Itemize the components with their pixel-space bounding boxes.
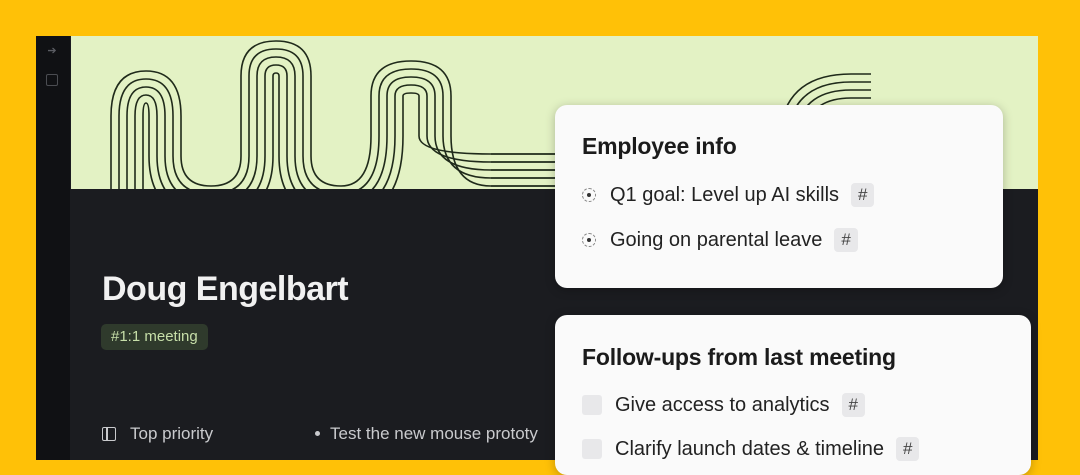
employee-info-card: Employee info Q1 goal: Level up AI skill… bbox=[555, 105, 1003, 288]
hash-tag[interactable]: # bbox=[834, 228, 858, 252]
arrow-right-icon[interactable]: ➔ bbox=[44, 44, 60, 58]
checkbox[interactable] bbox=[582, 395, 602, 415]
bullet-dot-icon bbox=[315, 430, 320, 436]
meeting-tag[interactable]: #1:1 meeting bbox=[101, 324, 208, 350]
page-title: Doug Engelbart bbox=[102, 270, 349, 308]
list-item[interactable]: Give access to analytics # bbox=[582, 391, 865, 419]
item-text: Going on parental leave bbox=[610, 228, 823, 251]
left-rail: ➔ bbox=[36, 36, 70, 460]
sidebar-panel-icon bbox=[102, 427, 116, 441]
bullet-item[interactable]: Test the new mouse prototy bbox=[313, 423, 538, 445]
hash-tag[interactable]: # bbox=[896, 437, 920, 461]
item-text: Q1 goal: Level up AI skills bbox=[610, 183, 840, 206]
radio-bullet-icon[interactable] bbox=[582, 188, 596, 202]
item-text: Clarify launch dates & timeline bbox=[615, 437, 885, 460]
hash-tag[interactable]: # bbox=[851, 183, 875, 207]
followups-card: Follow-ups from last meeting Give access… bbox=[555, 315, 1031, 475]
radio-bullet-icon[interactable] bbox=[582, 233, 596, 247]
bullet-text: Test the new mouse prototy bbox=[330, 424, 538, 443]
list-item[interactable]: Going on parental leave # bbox=[582, 226, 858, 254]
hash-tag[interactable]: # bbox=[841, 393, 865, 417]
checkbox[interactable] bbox=[582, 439, 602, 459]
list-item[interactable]: Clarify launch dates & timeline # bbox=[582, 435, 920, 463]
item-text: Give access to analytics bbox=[615, 393, 830, 416]
list-item[interactable]: Q1 goal: Level up AI skills # bbox=[582, 181, 875, 209]
calendar-icon[interactable] bbox=[46, 74, 58, 86]
property-label: Top priority bbox=[130, 424, 214, 443]
card-title: Employee info bbox=[582, 133, 737, 159]
property-top-priority[interactable]: Top priority bbox=[102, 423, 213, 445]
card-title: Follow-ups from last meeting bbox=[582, 344, 896, 370]
